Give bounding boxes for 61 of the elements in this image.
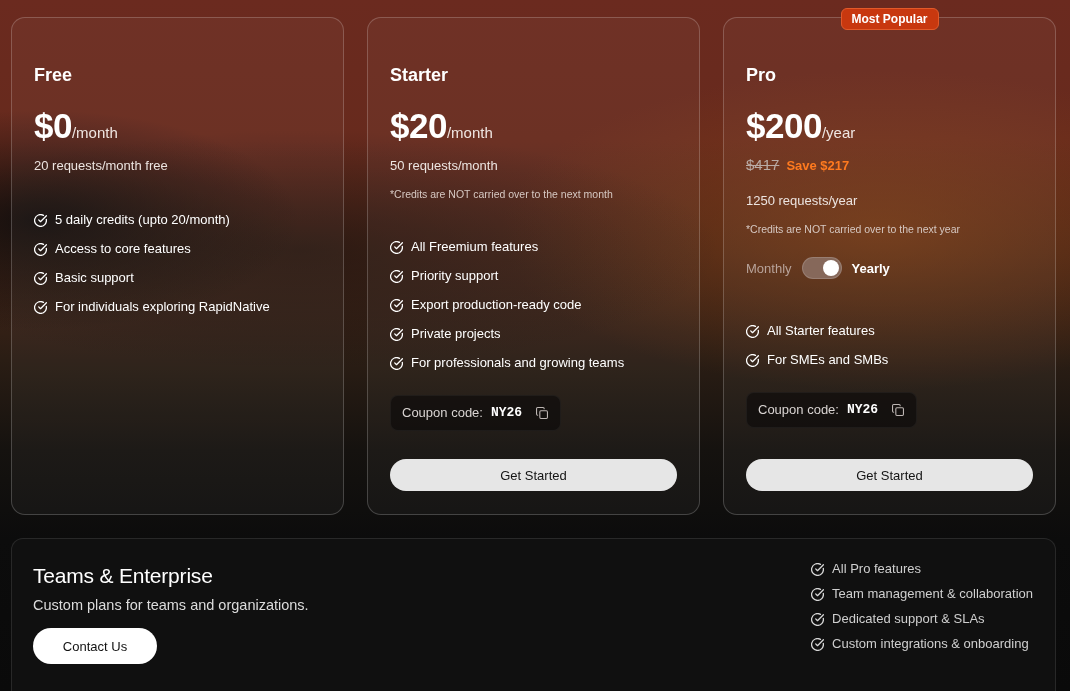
check-circle-icon xyxy=(390,240,403,254)
original-price: $417 xyxy=(746,156,780,174)
plan-description: 20 requests/month free xyxy=(34,157,168,175)
coupon-code: NY26 xyxy=(846,401,879,419)
popular-badge: Most Popular xyxy=(840,8,939,30)
plan-name: Starter xyxy=(390,64,449,86)
check-circle-icon xyxy=(746,324,759,338)
feature-text: For individuals exploring RapidNative xyxy=(55,298,270,316)
feature-text: 5 daily credits (upto 20/month) xyxy=(55,211,230,229)
feature-text: Custom integrations & onboarding xyxy=(832,635,1029,653)
savings-text: Save $217 xyxy=(786,157,850,175)
feature-text: All Freemium features xyxy=(411,238,539,256)
check-circle-icon xyxy=(811,562,825,576)
feature-text: Export production-ready code xyxy=(411,296,582,314)
feature-text: Team management & collaboration xyxy=(832,585,1033,603)
check-circle-icon xyxy=(811,612,825,626)
get-started-button[interactable]: Get Started xyxy=(390,459,677,491)
enterprise-title: Teams & Enterprise xyxy=(33,563,213,589)
credits-note: *Credits are NOT carried over to the next month xyxy=(390,187,613,202)
coupon-label: Coupon code: xyxy=(402,404,483,422)
check-circle-icon xyxy=(390,298,403,312)
check-circle-icon xyxy=(746,353,759,367)
price-period: /month xyxy=(446,124,493,142)
check-circle-icon xyxy=(390,327,403,341)
feature-text: All Pro features xyxy=(832,560,921,578)
plan-name: Free xyxy=(34,64,73,86)
plan-price: $20 xyxy=(390,106,447,146)
plan-price: $200 xyxy=(746,106,822,146)
billing-label[interactable]: Monthly xyxy=(746,260,792,276)
feature-text: For professionals and growing teams xyxy=(411,354,625,372)
billing-label[interactable]: Yearly xyxy=(851,260,890,276)
coupon-code: NY26 xyxy=(490,404,523,422)
plan-description: 50 requests/month xyxy=(390,157,498,175)
feature-text: Dedicated support & SLAs xyxy=(832,610,985,628)
coupon-label: Coupon code: xyxy=(758,401,839,419)
check-circle-icon xyxy=(390,356,403,370)
feature-text: Private projects xyxy=(411,325,501,343)
plan-price: $0 xyxy=(34,106,72,146)
check-circle-icon xyxy=(390,269,403,283)
check-circle-icon xyxy=(34,242,47,256)
check-circle-icon xyxy=(34,271,47,285)
check-circle-icon xyxy=(811,587,825,601)
copy-icon[interactable] xyxy=(536,407,549,419)
price-period: /month xyxy=(71,124,118,142)
feature-text: All Starter features xyxy=(767,322,875,340)
feature-text: Access to core features xyxy=(55,240,191,258)
feature-text: Basic support xyxy=(55,269,134,287)
get-started-button[interactable]: Get Started xyxy=(746,459,1033,491)
check-circle-icon xyxy=(34,213,47,227)
feature-text: Priority support xyxy=(411,267,499,285)
check-circle-icon xyxy=(34,300,47,314)
toggle-switch[interactable] xyxy=(801,257,842,279)
feature-text: For SMEs and SMBs xyxy=(767,351,889,369)
check-circle-icon xyxy=(811,637,825,651)
plan-description: 1250 requests/year xyxy=(746,192,858,210)
contact-button[interactable]: Contact Us xyxy=(33,628,157,664)
credits-note: *Credits are NOT carried over to the next year xyxy=(746,222,960,237)
plan-name: Pro xyxy=(746,64,776,86)
price-period: /year xyxy=(821,124,856,142)
enterprise-subtitle: Custom plans for teams and organizations. xyxy=(33,596,309,614)
copy-icon[interactable] xyxy=(892,404,905,416)
